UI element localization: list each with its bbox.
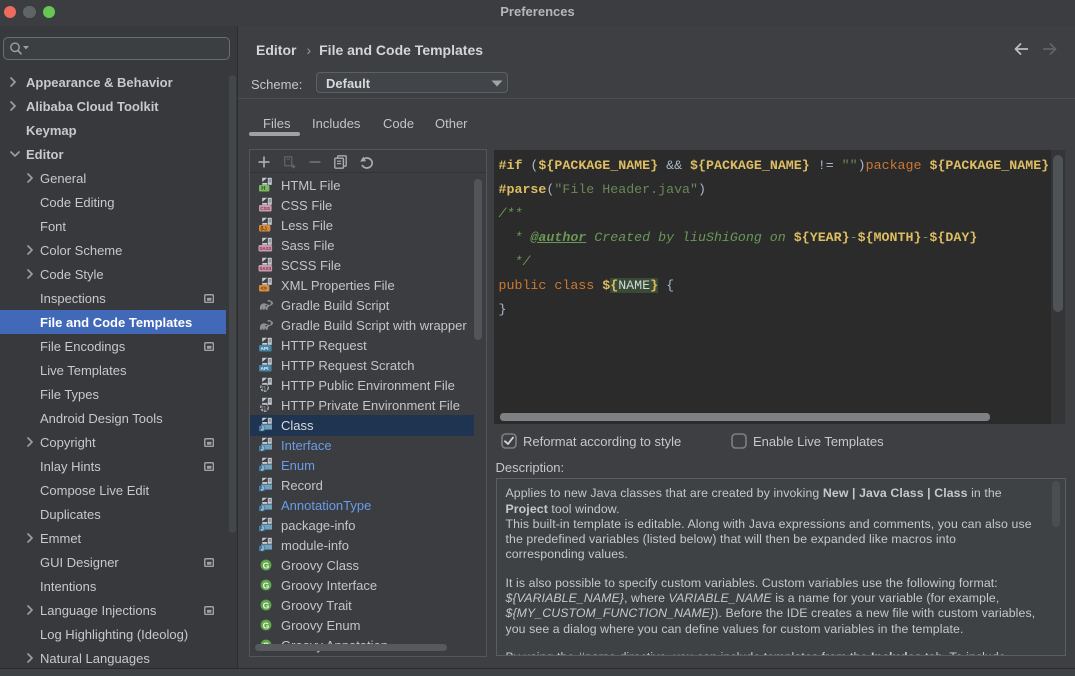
svg-text:(L): (L) bbox=[260, 226, 267, 232]
svg-text:G: G bbox=[263, 560, 270, 570]
svg-text:G: G bbox=[263, 600, 270, 610]
svg-text:API: API bbox=[261, 346, 270, 352]
svg-text:J: J bbox=[261, 487, 264, 493]
svg-text:SASS: SASS bbox=[260, 266, 272, 271]
svg-text:J: J bbox=[261, 467, 264, 473]
svg-text:CSS: CSS bbox=[260, 206, 271, 212]
svg-text:<>: <> bbox=[261, 286, 267, 292]
svg-text:API: API bbox=[261, 366, 270, 372]
svg-text:J: J bbox=[261, 447, 264, 453]
svg-text:J: J bbox=[261, 507, 264, 513]
svg-text:{}: {} bbox=[262, 386, 266, 392]
svg-text:J: J bbox=[261, 427, 264, 433]
svg-text:SASS: SASS bbox=[260, 246, 272, 251]
svg-text:H: H bbox=[261, 186, 265, 192]
svg-text:J: J bbox=[261, 527, 264, 533]
svg-text:{}: {} bbox=[262, 406, 266, 412]
svg-text:J: J bbox=[261, 547, 264, 553]
svg-text:G: G bbox=[263, 620, 270, 630]
svg-text:G: G bbox=[263, 580, 270, 590]
